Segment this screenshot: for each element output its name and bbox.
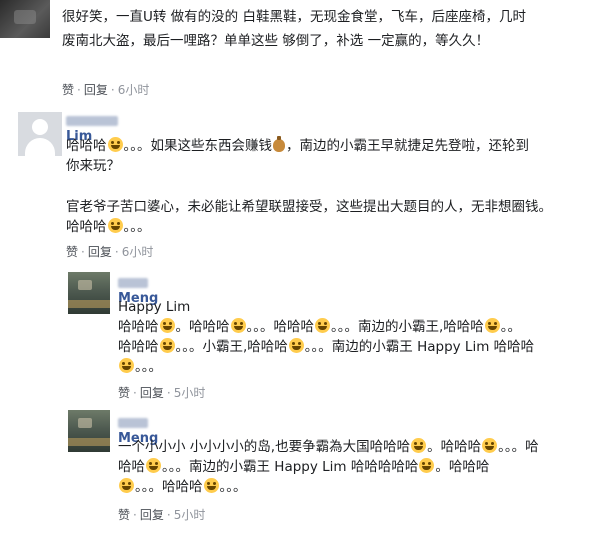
reply-button[interactable]: 回复 (88, 245, 112, 259)
reply-button[interactable]: 回复 (140, 386, 164, 400)
laugh-emoji-icon (146, 458, 161, 473)
comment-meta: 赞 · 回复 · 5小时 (118, 386, 206, 400)
timestamp[interactable]: 6小时 (118, 83, 150, 97)
like-button[interactable]: 赞 (62, 83, 74, 97)
laugh-emoji-icon (230, 318, 246, 333)
timestamp[interactable]: 5小时 (174, 386, 206, 400)
laugh-emoji-icon (482, 438, 498, 453)
reply-button[interactable]: 回复 (140, 508, 164, 522)
comment-line: 哈哈 。。。南边的小霸王 Happy Lim 哈哈哈哈哈 。哈哈哈 (118, 458, 490, 475)
laugh-emoji-icon (107, 218, 123, 233)
laugh-emoji-icon (119, 478, 134, 493)
laugh-emoji-icon (315, 318, 330, 333)
like-button[interactable]: 赞 (66, 245, 78, 259)
laugh-emoji-icon (288, 338, 304, 353)
comment-line: 。。。 (118, 357, 534, 377)
comment-line: 哈哈哈。。。 (66, 218, 151, 235)
laugh-emoji-icon (159, 318, 175, 333)
laugh-emoji-icon (203, 478, 219, 493)
money-bag-icon (273, 136, 285, 152)
avatar[interactable] (68, 410, 110, 452)
laugh-emoji-icon (159, 338, 175, 353)
comment-text: 很好笑，一直U转 做有的没的 白鞋黑鞋，无现金食堂，飞车，后座座椅，几时 废南北… (62, 7, 526, 51)
timestamp[interactable]: 6小时 (122, 245, 154, 259)
comment-text: 一个小小小 小小小小的岛,也要争霸為大国哈哈哈 。哈哈哈 。。。哈 哈哈 。。。南边的… (118, 437, 539, 497)
comment-line: 废南北大盗，最后一哩路？单单这些 够倒了，补选 一定赢的，等久久！ (62, 33, 490, 49)
laugh-emoji-icon (411, 438, 427, 453)
comment-meta: 赞 · 回复 · 6小时 (66, 245, 154, 259)
timestamp[interactable]: 5小时 (174, 508, 206, 522)
avatar[interactable] (68, 272, 110, 314)
avatar[interactable] (0, 0, 50, 38)
reply-button[interactable]: 回复 (84, 83, 108, 97)
comment-line: 官老爷子苦口婆心，未必能让希望联盟接受，这些提出大题目的人，无非想圈钱。 (66, 199, 552, 215)
comment-text: Happy Lim 哈哈哈 。哈哈哈 。。。哈哈哈 。。。南边的小霸王,哈哈哈。。 哈… (118, 297, 534, 377)
comment-line: 很好笑，一直U转 做有的没的 白鞋黑鞋，无现金食堂，飞车，后座座椅，几时 (62, 9, 526, 25)
laugh-emoji-icon (107, 137, 123, 152)
comment-line: 一个小小小 小小小小的岛,也要争霸為大国哈哈哈 。哈哈哈 。。。哈 (118, 438, 539, 455)
laugh-emoji-icon (419, 458, 435, 473)
comment-line: 哈哈哈 。哈哈哈 。。。哈哈哈 。。。南边的小霸王,哈哈哈。。 (118, 318, 522, 335)
laugh-emoji-icon (119, 358, 134, 373)
like-button[interactable]: 赞 (118, 508, 130, 522)
comment-line: 。。。哈哈哈。。。 (118, 477, 539, 497)
comment-line: 哈哈哈 。。。小霸王,哈哈哈 。。。南边的小霸王 Happy Lim 哈哈哈 (118, 338, 535, 355)
like-button[interactable]: 赞 (118, 386, 130, 400)
avatar[interactable] (18, 112, 62, 156)
comment-line: 你来玩？ (66, 158, 120, 174)
comment-line: 哈哈哈 。。。如果这些东西会赚钱 ，南边的小霸王早就捷足先登啦，还轮到 (66, 136, 529, 154)
laugh-emoji-icon (484, 318, 500, 333)
comment-line: Happy Lim (118, 299, 191, 315)
comment-text: 哈哈哈 。。。如果这些东西会赚钱 ，南边的小霸王早就捷足先登啦，还轮到 你来玩？ 官… (66, 136, 552, 237)
comment-meta: 赞 · 回复 · 5小时 (118, 508, 206, 522)
comment-meta: 赞 · 回复 · 6小时 (62, 83, 150, 97)
